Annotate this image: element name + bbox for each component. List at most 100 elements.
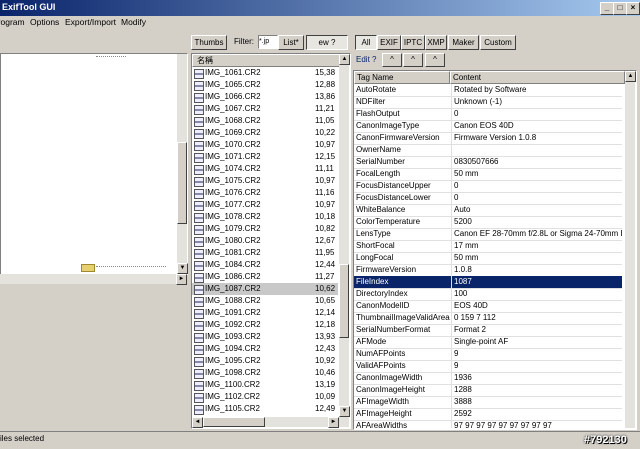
file-size: 10,18 (315, 212, 336, 221)
file-row[interactable]: IMG_1070.CR2 10,97 (192, 139, 338, 151)
status-text: iles selected (0, 434, 45, 443)
scroll-down-arrow-icon[interactable]: ▼ (339, 406, 350, 417)
file-row[interactable]: IMG_1086.CR2 11,27 (192, 271, 338, 283)
tag-content-header[interactable]: Content (450, 71, 625, 84)
tag-name: AFMode (356, 337, 387, 346)
scroll-up-arrow-icon[interactable]: ▲ (625, 71, 636, 82)
tab-maker[interactable]: Maker (448, 35, 479, 50)
menu-options[interactable]: Options (30, 17, 59, 27)
file-row[interactable]: IMG_1105.CR2 12,49 (192, 403, 338, 415)
file-list-header-name[interactable]: 名稱 (193, 56, 213, 65)
file-row[interactable]: IMG_1069.CR2 10,22 (192, 127, 338, 139)
tag-value: 0 (451, 108, 458, 120)
file-name: IMG_1093.CR2 (205, 332, 261, 341)
scroll-right-arrow-icon[interactable]: ► (176, 274, 187, 285)
file-name: IMG_1091.CR2 (205, 308, 261, 317)
file-size: 12,44 (315, 260, 336, 269)
menu-export-import[interactable]: Export/Import (65, 17, 116, 27)
file-row[interactable]: IMG_1079.CR2 10,82 (192, 223, 338, 235)
edit-label[interactable]: Edit ? (356, 55, 376, 64)
folder-tree-hscrollbar[interactable]: ► (0, 274, 187, 285)
move-up-arrow-2[interactable]: ^ (403, 53, 423, 67)
file-row[interactable]: IMG_1066.CR2 13,86 (192, 91, 338, 103)
file-row[interactable]: IMG_1098.CR2 10,46 (192, 367, 338, 379)
file-list-scroll-thumb[interactable] (339, 264, 349, 338)
file-row[interactable]: IMG_1074.CR2 11,11 (192, 163, 338, 175)
scroll-left-arrow-icon[interactable]: ◄ (192, 417, 203, 428)
tag-value: 2592 (451, 408, 472, 420)
tag-content-header-label[interactable]: Content (451, 73, 481, 82)
file-list-panel[interactable]: 名稱 IMG_1061.CR2 15,38 IMG_1065.CR2 12,88 IMG… (191, 53, 351, 429)
file-row[interactable]: IMG_1091.CR2 12,14 (192, 307, 338, 319)
file-row[interactable]: IMG_1075.CR2 10,97 (192, 175, 338, 187)
tab-custom[interactable]: Custom (480, 35, 516, 50)
tag-row[interactable]: AFAreaWidths 97 97 97 97 97 97 97 97 97 (354, 420, 622, 428)
tag-table-panel[interactable]: Tag Name Content AutoRotate Rotated by So… (353, 70, 637, 430)
file-size: 11,95 (315, 248, 335, 257)
tag-name: ShortFocal (356, 241, 395, 250)
file-size: 13,19 (315, 380, 336, 389)
tag-value: 0 159 7 112 (451, 312, 496, 324)
file-row[interactable]: IMG_1095.CR2 10,92 (192, 355, 338, 367)
file-list-scrollbar[interactable]: ▲ ▼ (339, 54, 350, 417)
tag-table-scrollbar[interactable]: ▲ (625, 71, 636, 428)
thumbs-button[interactable]: Thumbs (191, 35, 227, 50)
file-row[interactable]: IMG_1067.CR2 11,21 (192, 103, 338, 115)
file-row[interactable]: IMG_1080.CR2 12,67 (192, 235, 338, 247)
file-row[interactable]: IMG_1102.CR2 10,09 (192, 391, 338, 403)
filter-input[interactable]: *.jp (258, 35, 278, 49)
tag-name-header-label[interactable]: Tag Name (355, 73, 393, 82)
file-row[interactable]: IMG_1076.CR2 11,16 (192, 187, 338, 199)
file-row[interactable]: IMG_1065.CR2 12,88 (192, 79, 338, 91)
scroll-up-arrow-icon[interactable]: ▲ (339, 54, 350, 65)
file-row[interactable]: IMG_1094.CR2 12,43 (192, 343, 338, 355)
file-row[interactable]: IMG_1081.CR2 11,95 (192, 247, 338, 259)
tag-name: AFImageWidth (356, 397, 409, 406)
file-row[interactable]: IMG_1061.CR2 15,38 (192, 67, 338, 79)
file-name: IMG_1067.CR2 (205, 104, 261, 113)
file-row[interactable]: IMG_1078.CR2 10,18 (192, 211, 338, 223)
file-row[interactable]: IMG_1084.CR2 12,44 (192, 259, 338, 271)
menu-modify[interactable]: Modify (121, 17, 146, 27)
file-row[interactable]: IMG_1100.CR2 13,19 (192, 379, 338, 391)
list-button[interactable]: List* (278, 35, 304, 50)
file-row[interactable]: IMG_1071.CR2 12,15 (192, 151, 338, 163)
scroll-right-arrow-icon[interactable]: ► (328, 417, 339, 428)
file-name: IMG_1061.CR2 (205, 68, 261, 77)
file-size: 10,97 (315, 140, 336, 149)
tab-xmp[interactable]: XMP (425, 35, 447, 50)
file-row[interactable]: IMG_1087.CR2 10,62 (192, 283, 338, 295)
move-up-arrow-3[interactable]: ^ (425, 53, 445, 67)
file-size: 11,05 (315, 116, 335, 125)
minimize-button[interactable]: _ (600, 2, 614, 15)
tab-all[interactable]: All (355, 35, 377, 50)
file-list-hscrollbar[interactable]: ◄ ► (192, 417, 349, 428)
tag-name: FirmwareVersion (356, 265, 417, 274)
file-list-header[interactable]: 名稱 (192, 54, 340, 67)
tab-exif[interactable]: EXIF (377, 35, 401, 50)
close-button[interactable]: × (626, 2, 640, 15)
file-row[interactable]: IMG_1077.CR2 10,97 (192, 199, 338, 211)
tag-value: Canon EF 28-70mm f/2.8L or Sigma 24-70mm… (451, 228, 622, 240)
file-name: IMG_1100.CR2 (205, 380, 260, 389)
file-row[interactable]: IMG_1068.CR2 11,05 (192, 115, 338, 127)
tag-name: FileIndex (356, 277, 389, 286)
file-size: 12,88 (315, 80, 336, 89)
folder-tree-scrollbar[interactable]: ▼ (177, 54, 188, 274)
tag-name: LongFocal (356, 253, 394, 262)
folder-tree-scroll-thumb[interactable] (177, 142, 187, 224)
scroll-down-arrow-icon[interactable]: ▼ (177, 263, 188, 274)
menu-program[interactable]: Program (0, 17, 25, 27)
file-name: IMG_1079.CR2 (205, 224, 261, 233)
tab-iptc[interactable]: IPTC (401, 35, 425, 50)
file-list-hscroll-thumb[interactable] (203, 417, 265, 427)
file-row[interactable]: IMG_1092.CR2 12,18 (192, 319, 338, 331)
file-row[interactable]: IMG_1088.CR2 10,65 (192, 295, 338, 307)
preview-button[interactable]: ew ? (306, 35, 348, 50)
maximize-button[interactable]: □ (613, 2, 627, 15)
folder-tree-panel[interactable]: ▼ (0, 53, 188, 275)
file-row[interactable]: IMG_1093.CR2 13,93 (192, 331, 338, 343)
move-up-arrow-1[interactable]: ^ (382, 53, 402, 67)
tag-name-header[interactable]: Tag Name (354, 71, 450, 84)
file-size: 11,16 (315, 188, 335, 197)
